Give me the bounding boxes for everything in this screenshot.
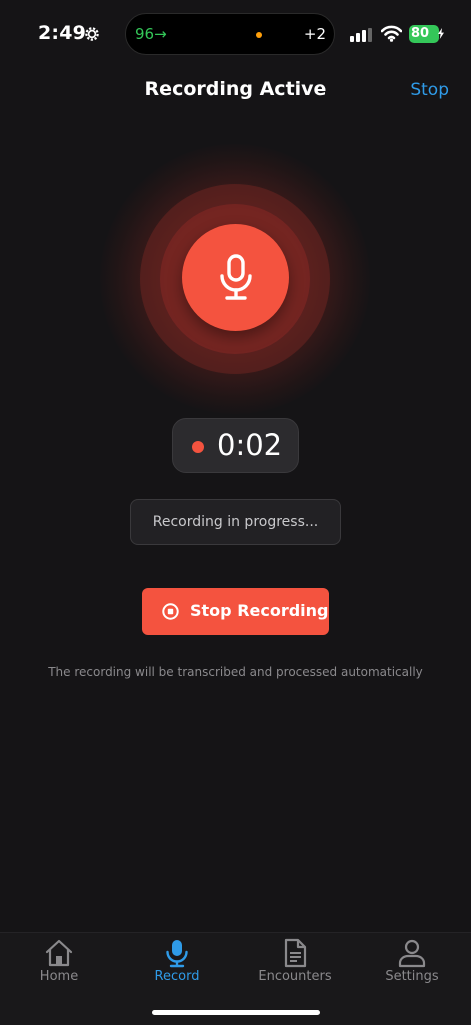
stop-circle-icon — [162, 603, 179, 620]
island-activity-count: 96→ — [135, 25, 167, 43]
tab-settings-label: Settings — [385, 969, 439, 984]
stop-recording-button[interactable]: Stop Recording — [142, 588, 329, 635]
person-icon — [398, 939, 426, 968]
stop-link[interactable]: Stop — [410, 80, 449, 100]
home-indicator[interactable] — [152, 1010, 320, 1015]
charging-bolt-icon — [438, 28, 444, 39]
timer-value: 0:02 — [217, 428, 283, 462]
recording-timer: 0:02 — [172, 418, 299, 473]
microphone-button[interactable] — [182, 224, 289, 331]
status-message: Recording in progress... — [130, 499, 341, 545]
tab-record[interactable]: Record — [118, 933, 236, 993]
gear-icon — [85, 27, 99, 41]
tab-encounters[interactable]: Encounters — [236, 933, 354, 993]
tab-settings[interactable]: Settings — [353, 933, 471, 993]
tab-record-label: Record — [154, 969, 200, 984]
tab-encounters-label: Encounters — [258, 969, 332, 984]
cellular-signal-icon — [350, 28, 372, 42]
transcription-note: The recording will be transcribed and pr… — [48, 665, 423, 679]
tab-home-label: Home — [39, 969, 79, 984]
page-title: Recording Active — [144, 78, 327, 100]
recording-dot-icon — [192, 441, 204, 453]
document-icon — [284, 938, 307, 968]
island-extra-count: +2 — [303, 25, 326, 43]
home-icon — [45, 939, 73, 967]
stop-recording-label: Stop Recording — [190, 601, 329, 620]
battery-indicator: 80 — [409, 25, 439, 43]
dynamic-island[interactable]: 96→ +2 — [125, 13, 335, 55]
tab-home[interactable]: Home — [0, 933, 118, 993]
wifi-icon — [381, 25, 402, 42]
microphone-icon — [220, 254, 252, 300]
privacy-indicator-dot — [256, 32, 262, 38]
microphone-icon — [166, 940, 188, 968]
status-time: 2:49 — [38, 22, 87, 44]
